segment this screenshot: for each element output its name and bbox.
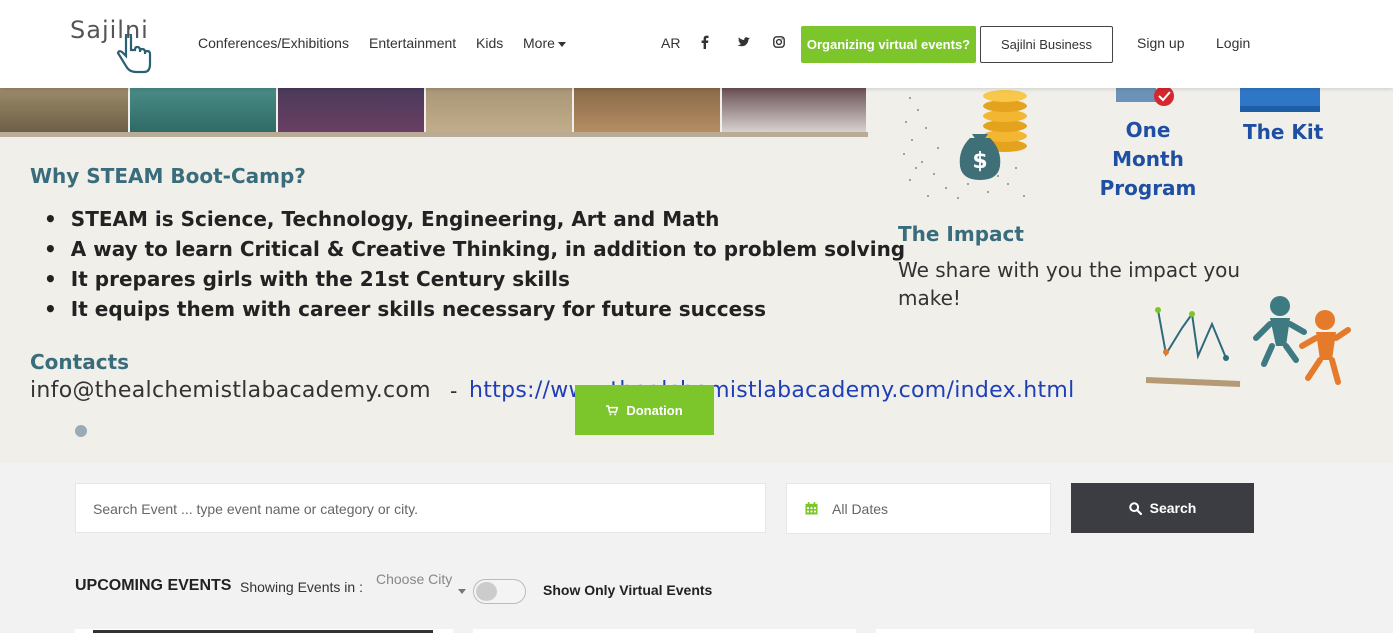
- bullet-item: A way to learn Critical & Creative Think…: [44, 234, 905, 264]
- language-switch-ar[interactable]: AR: [661, 35, 680, 51]
- pointer-hand-icon: [116, 34, 152, 74]
- money-bag-coins-illustration: $: [903, 90, 1027, 199]
- steam-bullet-list: STEAM is Science, Technology, Engineerin…: [44, 204, 905, 324]
- contacts-heading: Contacts: [30, 350, 130, 374]
- event-banner-slide[interactable]: Why STEAM Boot-Camp? STEAM is Science, T…: [0, 88, 1393, 463]
- toggle-knob: [476, 582, 497, 601]
- nav-entertainment-link[interactable]: Entertainment: [369, 35, 456, 51]
- why-steam-heading: Why STEAM Boot-Camp?: [30, 164, 306, 188]
- login-link[interactable]: Login: [1216, 35, 1250, 51]
- top-navbar: Sajilni Conferences/Exhibitions Entertai…: [0, 0, 1393, 88]
- bullet-item: It prepares girls with the 21st Century …: [44, 264, 905, 294]
- cart-icon: [606, 404, 619, 415]
- sajilni-logo[interactable]: Sajilni: [70, 14, 180, 76]
- event-card[interactable]: [876, 629, 1254, 633]
- bullet-item: STEAM is Science, Technology, Engineerin…: [44, 204, 905, 234]
- virtual-events-toggle[interactable]: [473, 579, 526, 604]
- calendar-icon: [805, 502, 818, 515]
- bullet-item: It equips them with career skills necess…: [44, 294, 905, 324]
- impact-chart-kids-illustration: [1145, 296, 1351, 387]
- banner-photo-strip: [0, 88, 868, 132]
- sajilni-business-button[interactable]: Sajilni Business: [980, 26, 1113, 63]
- search-event-input[interactable]: Search Event ... type event name or cate…: [75, 483, 766, 533]
- donation-label: Donation: [626, 402, 683, 418]
- event-card[interactable]: [473, 629, 856, 633]
- organizing-virtual-events-button[interactable]: Organizing virtual events?: [801, 26, 976, 63]
- strip-divider: [0, 132, 868, 137]
- carousel-indicator-dot[interactable]: [75, 425, 87, 437]
- caret-down-icon: [557, 41, 566, 47]
- instagram-icon[interactable]: [771, 34, 787, 50]
- the-kit-label: The Kit: [1243, 120, 1324, 144]
- contact-website-link[interactable]: https://www.thealchemistlabacademy.com/i…: [469, 378, 1075, 403]
- event-card[interactable]: [75, 629, 453, 633]
- donation-button[interactable]: Donation: [575, 385, 714, 435]
- virtual-events-label: Show Only Virtual Events: [543, 582, 713, 598]
- showing-events-label: Showing Events in :: [240, 579, 363, 595]
- one-month-program-label: One Month Program: [1099, 118, 1197, 200]
- contact-separator: -: [450, 378, 458, 403]
- nav-conferences-link[interactable]: Conferences/Exhibitions: [198, 35, 349, 51]
- caret-down-icon: [458, 589, 466, 594]
- date-filter-label: All Dates: [832, 500, 889, 517]
- date-filter-select[interactable]: All Dates: [786, 483, 1051, 534]
- search-icon: [1128, 501, 1142, 515]
- svg-text:$: $: [972, 149, 987, 174]
- nav-more-label: More: [523, 35, 555, 51]
- nav-kids-link[interactable]: Kids: [476, 35, 503, 51]
- twitter-icon[interactable]: [735, 34, 751, 50]
- impact-heading: The Impact: [898, 222, 1024, 246]
- signup-link[interactable]: Sign up: [1137, 35, 1184, 51]
- contact-email: info@thealchemistlabacademy.com: [30, 378, 431, 403]
- search-button[interactable]: Search: [1071, 483, 1254, 533]
- upcoming-events-heading: UPCOMING EVENTS: [75, 577, 232, 594]
- facebook-icon[interactable]: [697, 34, 713, 50]
- choose-city-select[interactable]: Choose City: [376, 571, 452, 587]
- search-button-label: Search: [1149, 500, 1197, 516]
- kit-box-illustration: [1240, 88, 1320, 112]
- nav-more-dropdown[interactable]: More: [523, 35, 566, 51]
- certificate-illustration: [1116, 88, 1174, 106]
